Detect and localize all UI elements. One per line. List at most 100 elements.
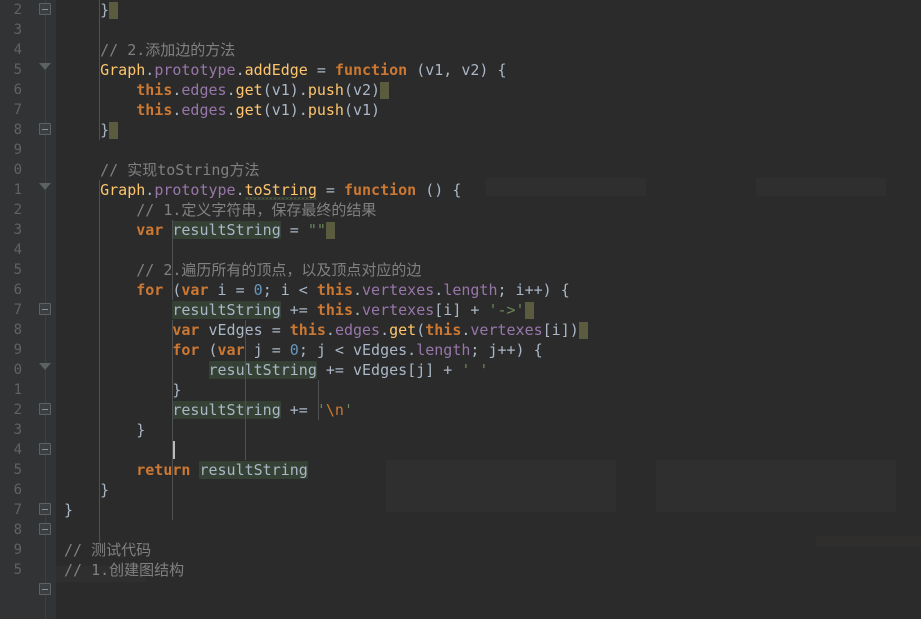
- code-line-content: // 1.创建图结构: [64, 560, 184, 580]
- code-line[interactable]: // 实现toString方法: [56, 160, 921, 180]
- fold-marker-collapse-icon[interactable]: [39, 123, 52, 136]
- trailing-whitespace-marker: [109, 2, 119, 19]
- line-number: 8: [13, 122, 22, 138]
- trailing-whitespace-marker: [325, 222, 335, 239]
- code-line[interactable]: [56, 20, 921, 40]
- indent-guide: [99, 180, 100, 545]
- code-line-content: for (var j = 0; j < vEdges.length; j++) …: [172, 341, 543, 359]
- line-number: 3: [13, 222, 22, 238]
- indent-guide: [172, 220, 173, 300]
- code-line[interactable]: // 1.定义字符串，保存最终的结果: [56, 200, 921, 220]
- fold-marker-collapse-icon[interactable]: [39, 303, 52, 316]
- code-line-content: }: [64, 120, 119, 140]
- code-line[interactable]: // 2.遍历所有的顶点，以及顶点对应的边: [56, 260, 921, 280]
- line-number: 2: [13, 202, 22, 218]
- code-line-content: resultString += vEdges[j] + ' ': [208, 361, 489, 379]
- code-line[interactable]: var resultString = "": [56, 220, 921, 240]
- fold-marker-expand-icon[interactable]: [39, 363, 52, 376]
- comment-define-string: // 1.定义字符串，保存最终的结果: [136, 201, 377, 219]
- line-number: 8: [13, 522, 22, 538]
- line-number: 5: [13, 262, 22, 278]
- line-number: 3: [13, 422, 22, 438]
- code-line-content: resultString += '\n': [172, 401, 353, 419]
- code-line-content: // 测试代码: [64, 540, 151, 560]
- line-number: 5: [13, 462, 22, 478]
- indent-guide: [245, 320, 246, 460]
- code-line[interactable]: Graph.prototype.toString = function () {: [56, 180, 921, 200]
- line-number: 7: [13, 502, 22, 518]
- code-line[interactable]: for (var i = 0; i < this.vertexes.length…: [56, 280, 921, 300]
- comment-traverse-vertexes: // 2.遍历所有的顶点，以及顶点对应的边: [136, 261, 422, 279]
- line-number: 6: [13, 482, 22, 498]
- code-line[interactable]: }: [56, 380, 921, 400]
- code-line[interactable]: }: [56, 0, 921, 20]
- code-line-content: Graph.prototype.toString = function () {: [100, 181, 462, 199]
- code-line-content: // 实现toString方法: [64, 160, 259, 180]
- fold-marker-expand-icon[interactable]: [39, 183, 52, 196]
- code-line[interactable]: [56, 140, 921, 160]
- fold-marker-collapse-icon[interactable]: [39, 583, 52, 596]
- fold-marker-collapse-icon[interactable]: [39, 503, 52, 516]
- line-number: 4: [13, 42, 22, 58]
- line-number: 2: [13, 2, 22, 18]
- indent-guide: [172, 320, 173, 520]
- code-line[interactable]: var vEdges = this.edges.get(this.vertexe…: [56, 320, 921, 340]
- line-number: 6: [13, 82, 22, 98]
- fold-marker-expand-icon[interactable]: [39, 63, 52, 76]
- comment-add-edge: // 2.添加边的方法: [100, 41, 236, 59]
- code-line[interactable]: // 测试代码: [56, 540, 921, 560]
- indent-guide: [318, 380, 319, 420]
- code-line[interactable]: resultString += this.vertexes[i] + '->': [56, 300, 921, 320]
- code-line-content: var resultString = "": [64, 220, 335, 240]
- code-line[interactable]: resultString += '\n': [56, 400, 921, 420]
- code-line[interactable]: }: [56, 480, 921, 500]
- comment-create-graph: // 1.创建图结构: [64, 561, 185, 579]
- line-number: 4: [13, 242, 22, 258]
- trailing-whitespace-marker: [380, 82, 390, 99]
- code-line-content: var vEdges = this.edges.get(this.vertexe…: [64, 320, 588, 340]
- code-line-content: }: [64, 381, 182, 399]
- code-line-content: }: [64, 501, 74, 519]
- code-line[interactable]: [56, 240, 921, 260]
- fold-marker-collapse-icon[interactable]: [39, 3, 52, 16]
- line-number: 8: [13, 322, 22, 338]
- line-number: 5: [13, 562, 22, 578]
- code-line[interactable]: // 1.创建图结构: [56, 560, 921, 580]
- trailing-whitespace-marker: [578, 322, 588, 339]
- code-line[interactable]: // 2.添加边的方法: [56, 40, 921, 60]
- code-line-with-caret[interactable]: [56, 440, 921, 460]
- line-number: 4: [13, 442, 22, 458]
- comment-test-code: // 测试代码: [64, 541, 152, 559]
- code-line-content: // 1.定义字符串，保存最终的结果: [64, 200, 376, 220]
- code-line[interactable]: return resultString: [56, 460, 921, 480]
- text-caret: [173, 441, 175, 459]
- fold-marker-collapse-icon[interactable]: [39, 523, 52, 536]
- code-text-area[interactable]: } // 2.添加边的方法 Graph.prototype.addEdge = …: [56, 0, 921, 619]
- code-editor[interactable]: 2 3 4 5 6 7 8 9 0 1 2 3 4 5 6 7 8 9 0 1 …: [0, 0, 921, 619]
- line-number: 9: [13, 342, 22, 358]
- code-line[interactable]: Graph.prototype.addEdge = function (v1, …: [56, 60, 921, 80]
- line-number: 1: [13, 382, 22, 398]
- code-line-content: for (var i = 0; i < this.vertexes.length…: [136, 281, 570, 299]
- code-line[interactable]: this.edges.get(v1).push(v2): [56, 80, 921, 100]
- trailing-whitespace-marker: [524, 302, 534, 319]
- line-number: 6: [13, 282, 22, 298]
- code-line[interactable]: [56, 520, 921, 540]
- code-line-content: // 2.添加边的方法: [64, 40, 235, 60]
- code-line[interactable]: this.edges.get(v1).push(v1): [56, 100, 921, 120]
- code-line[interactable]: resultString += vEdges[j] + ' ': [56, 360, 921, 380]
- indent-guide: [99, 0, 100, 140]
- line-number: 9: [13, 142, 22, 158]
- fold-marker-collapse-icon[interactable]: [39, 403, 52, 416]
- code-line-content: // 2.遍历所有的顶点，以及顶点对应的边: [64, 260, 421, 280]
- code-line[interactable]: }: [56, 420, 921, 440]
- line-number: 5: [13, 62, 22, 78]
- code-line[interactable]: }: [56, 500, 921, 520]
- code-line[interactable]: for (var j = 0; j < vEdges.length; j++) …: [56, 340, 921, 360]
- fold-marker-collapse-icon[interactable]: [39, 443, 52, 456]
- code-line-content: resultString += this.vertexes[i] + '->': [64, 300, 534, 320]
- code-line-content: Graph.prototype.addEdge = function (v1, …: [100, 61, 507, 79]
- code-line[interactable]: }: [56, 120, 921, 140]
- to-string-method-name: toString: [244, 181, 317, 199]
- trailing-whitespace-marker: [109, 122, 119, 139]
